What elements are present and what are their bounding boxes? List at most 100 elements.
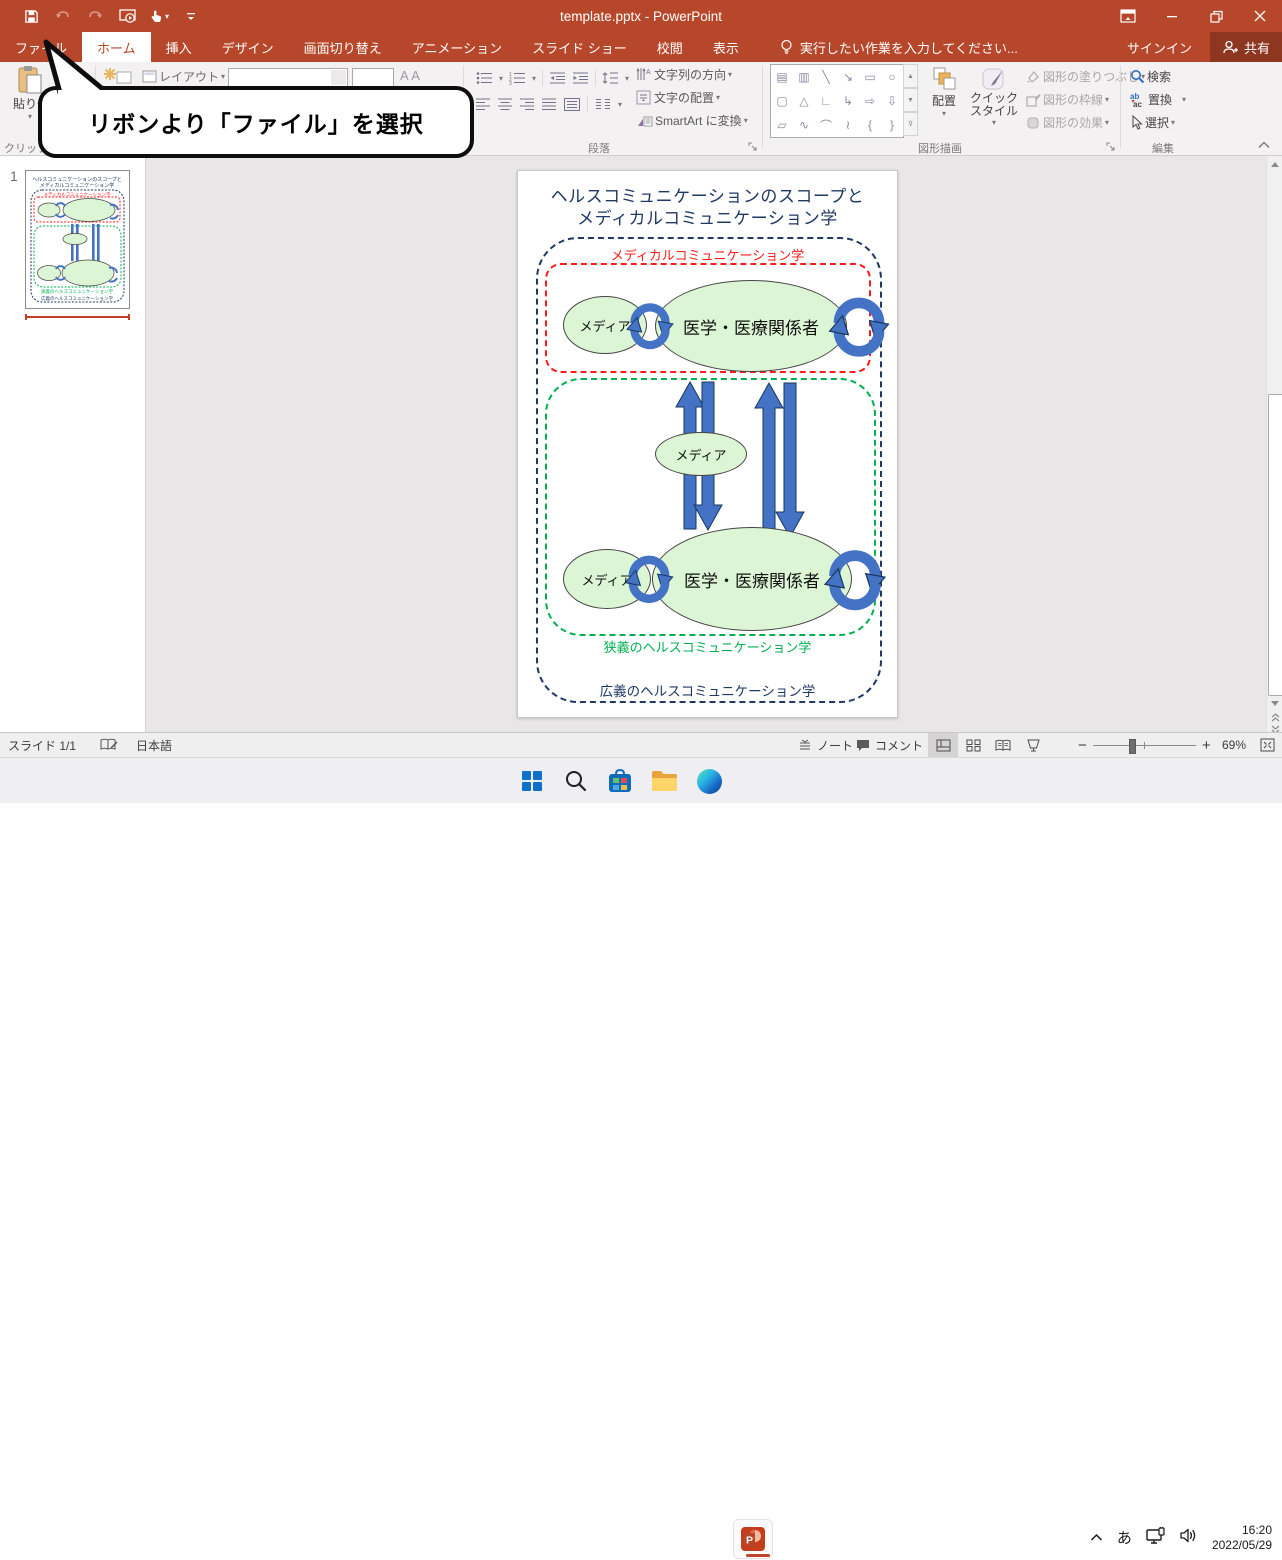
reading-view-button[interactable]	[988, 733, 1018, 757]
slideshow-view-button[interactable]	[1018, 733, 1048, 757]
comments-button[interactable]: コメント	[856, 733, 923, 757]
volume-icon[interactable]	[1180, 1528, 1198, 1548]
zoom-slider-thumb[interactable]	[1129, 739, 1136, 754]
slide-canvas[interactable]: ヘルスコミュニケーションのスコープと メディカルコミュニケーション学 メディカル…	[517, 170, 898, 718]
columns-icon[interactable]	[595, 98, 611, 111]
layout-button[interactable]: レイアウト ▾	[142, 68, 225, 85]
shape-arc-icon[interactable]: ⌒	[815, 113, 837, 137]
shape-oval-icon[interactable]: ○	[881, 65, 903, 89]
zoom-in-button[interactable]: +	[1202, 733, 1211, 757]
arrange-button[interactable]: 配置 ▾	[922, 66, 966, 118]
shape-triangle-icon[interactable]: △	[793, 89, 815, 113]
shape-line-icon[interactable]: ╲	[815, 65, 837, 89]
search-button[interactable]	[561, 766, 591, 796]
ime-indicator[interactable]: あ	[1117, 1527, 1132, 1548]
shape-rectangle-icon[interactable]: ▭	[859, 65, 881, 89]
vertical-scrollbar[interactable]	[1266, 156, 1282, 732]
align-right-icon[interactable]	[520, 98, 535, 111]
ribbon-display-options-icon[interactable]	[1106, 0, 1150, 32]
decrease-indent-icon[interactable]	[549, 71, 566, 85]
shape-down-arrow-icon[interactable]: ⇩	[881, 89, 903, 113]
broad-scope-label[interactable]: 広義のヘルスコミュニケーション学	[518, 680, 897, 700]
statusbar: スライド 1/1 日本語 ノート コメント − + 69%	[0, 732, 1282, 758]
slide-indicator[interactable]: スライド 1/1	[8, 733, 76, 757]
scrollbar-thumb[interactable]	[1268, 394, 1282, 696]
tab-review[interactable]: 校閲	[642, 32, 698, 62]
shape-left-brace-icon[interactable]: {	[859, 113, 881, 137]
start-button[interactable]	[517, 766, 547, 796]
convert-smartart-button[interactable]: SmartArt に変換▾	[636, 112, 748, 129]
edge-button[interactable]	[694, 766, 724, 796]
shape-scribble-icon[interactable]: ∿	[793, 113, 815, 137]
quick-styles-button[interactable]: クイック スタイル ▾	[966, 66, 1022, 127]
numbering-icon[interactable]: 123	[509, 71, 526, 85]
shape-vertical-textbox-icon[interactable]: ▥	[793, 65, 815, 89]
shape-fill-button[interactable]: 図形の塗りつぶし▾	[1026, 68, 1145, 85]
scroll-down-icon[interactable]	[1268, 696, 1282, 711]
gallery-more-icon[interactable]: ⊽	[903, 112, 918, 136]
tab-slideshow[interactable]: スライド ショー	[517, 32, 642, 62]
drawing-dialog-launcher[interactable]	[1106, 141, 1117, 152]
shape-textbox-icon[interactable]: ▤	[771, 65, 793, 89]
collapse-ribbon-icon[interactable]	[1258, 138, 1270, 152]
zoom-out-button[interactable]: −	[1078, 733, 1087, 757]
tell-me-box[interactable]: 実行したい作業を入力してください...	[780, 32, 1018, 62]
curved-arrows[interactable]	[518, 171, 897, 717]
grow-shrink-font-icons[interactable]: A A	[400, 68, 420, 83]
powerpoint-icon: P	[740, 1526, 766, 1552]
shape-right-brace-icon[interactable]: }	[881, 113, 903, 137]
proofing-icon[interactable]	[100, 733, 118, 757]
shape-effects-button[interactable]: 図形の効果▾	[1026, 114, 1109, 131]
restore-button[interactable]	[1194, 0, 1238, 32]
paragraph-dialog-launcher[interactable]	[748, 141, 759, 152]
shape-gallery[interactable]: ▤ ▥ ╲ ↘ ▭ ○ ▢ △ ∟ ↳ ⇨ ⇩ ▱ ∿ ⌒ ≀ { }	[770, 64, 904, 138]
fit-slide-button[interactable]	[1260, 733, 1275, 757]
zoom-slider[interactable]	[1093, 733, 1196, 757]
shape-elbow-connector-icon[interactable]: ∟	[815, 89, 837, 113]
hidden-icons-chevron[interactable]	[1090, 1529, 1103, 1547]
minimize-button[interactable]	[1150, 0, 1194, 32]
align-left-icon[interactable]	[476, 98, 491, 111]
tab-transitions[interactable]: 画面切り替え	[289, 32, 397, 62]
shape-freeform-icon[interactable]: ▱	[771, 113, 793, 137]
line-spacing-icon[interactable]	[602, 71, 619, 85]
share-button[interactable]: 共有	[1210, 32, 1282, 62]
tab-insert[interactable]: 挿入	[151, 32, 207, 62]
text-direction-button[interactable]: A 文字列の方向▾	[636, 66, 732, 83]
store-button[interactable]	[605, 766, 635, 796]
network-icon[interactable]	[1146, 1527, 1166, 1549]
align-text-button[interactable]: 文字の配置▾	[636, 89, 720, 106]
language-indicator[interactable]: 日本語	[136, 733, 172, 757]
justify-icon[interactable]	[542, 98, 557, 111]
replace-button[interactable]: abac 置換▾	[1130, 91, 1186, 108]
increase-indent-icon[interactable]	[572, 71, 589, 85]
file-explorer-button[interactable]	[649, 766, 679, 796]
bullets-icon[interactable]	[476, 71, 493, 85]
gallery-down-icon[interactable]: ▼	[903, 88, 918, 112]
gallery-up-icon[interactable]: ▲	[903, 64, 918, 88]
normal-view-button[interactable]	[928, 733, 958, 757]
shape-elbow-arrow-icon[interactable]: ↳	[837, 89, 859, 113]
shape-right-arrow-icon[interactable]: ⇨	[859, 89, 881, 113]
sign-in-button[interactable]: サインイン	[1109, 38, 1210, 57]
slide-thumbnail[interactable]: ヘルスコミュニケーションのスコープと メディカルコミュニケーション学 メディカル…	[25, 170, 130, 309]
clock[interactable]: 16:20 2022/05/29	[1212, 1523, 1272, 1553]
shape-curve-icon[interactable]: ≀	[837, 113, 859, 137]
tab-design[interactable]: デザイン	[207, 32, 289, 62]
tab-animations[interactable]: アニメーション	[397, 32, 517, 62]
close-button[interactable]	[1238, 0, 1282, 32]
shape-rounded-rect-icon[interactable]: ▢	[771, 89, 793, 113]
notes-button[interactable]: ノート	[798, 733, 853, 757]
find-button[interactable]: 検索	[1130, 68, 1171, 85]
powerpoint-taskbar-button[interactable]: P	[733, 1519, 773, 1559]
tab-view[interactable]: 表示	[698, 32, 754, 62]
shape-arrow-line-icon[interactable]: ↘	[837, 65, 859, 89]
zoom-percent[interactable]: 69%	[1222, 733, 1246, 757]
slide-sorter-view-button[interactable]	[958, 733, 988, 757]
select-button[interactable]: 選択▾	[1130, 114, 1175, 131]
narrow-scope-label[interactable]: 狭義のヘルスコミュニケーション学	[518, 637, 897, 656]
distribute-icon[interactable]	[564, 98, 580, 111]
shape-outline-button[interactable]: 図形の枠線▾	[1026, 91, 1109, 108]
scroll-up-icon[interactable]	[1268, 157, 1282, 172]
align-center-icon[interactable]	[498, 98, 513, 111]
